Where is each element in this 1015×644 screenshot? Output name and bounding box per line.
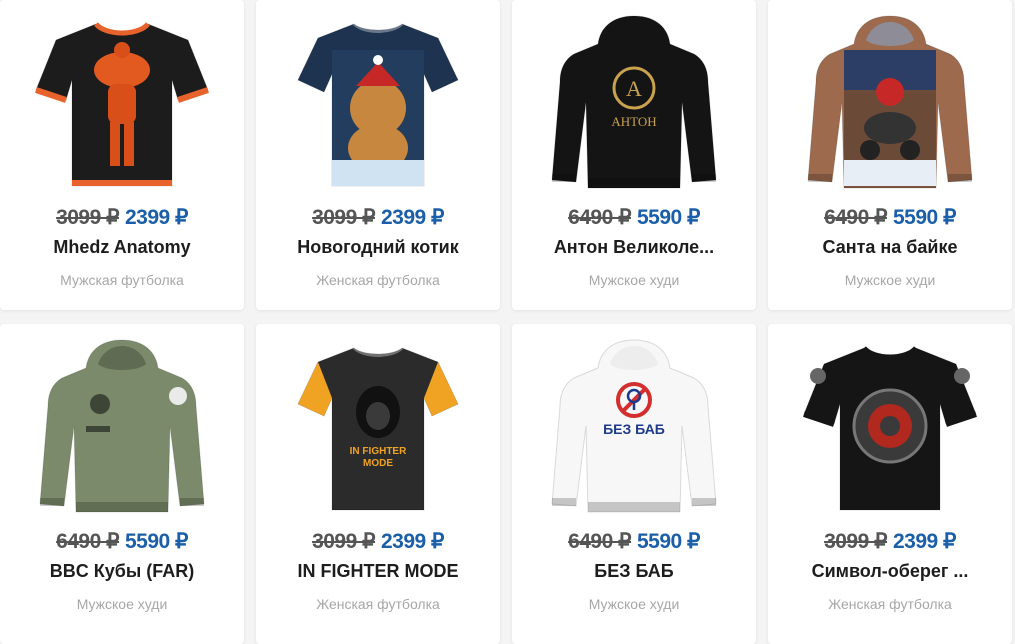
new-price: 5590 ₽ [125,530,188,553]
product-card[interactable]: 3099 ₽ 2399 ₽ Символ-оберег ... Женская ф… [768,324,1012,644]
garment-illustration [35,22,209,187]
product-title[interactable]: БЕЗ БАБ [522,561,746,582]
new-price: 5590 ₽ [637,530,700,553]
product-card[interactable]: IN FIGHTER MODE 3099 ₽ 2399 ₽ IN FIGHTER M… [256,324,500,644]
svg-text:A: A [626,76,642,101]
product-image[interactable] [278,10,478,196]
svg-text:IN FIGHTER: IN FIGHTER [350,446,407,457]
product-card[interactable]: 3099 ₽ 2399 ₽ Новогодний котик Женская фу… [256,0,500,310]
old-price: 6490 ₽ [56,530,119,553]
new-price: 2399 ₽ [381,530,444,553]
product-card[interactable]: 3099 ₽ 2399 ₽ Mhedz Anatomy Мужская футбо… [0,0,244,310]
price-row: 6490 ₽ 5590 ₽ [512,529,756,554]
product-type: Мужское худи [844,272,936,288]
product-image[interactable] [790,334,990,520]
product-image[interactable]: БЕЗ БАБ [534,334,734,520]
price-row: 3099 ₽ 2399 ₽ [256,205,500,230]
old-price: 6490 ₽ [568,206,631,229]
product-card[interactable]: A АНТОН 6490 ₽ 5590 ₽ Антон Великоле... Му… [512,0,756,310]
old-price: 3099 ₽ [824,530,887,553]
new-price: 2399 ₽ [125,206,188,229]
product-card[interactable]: 6490 ₽ 5590 ₽ BBC Кубы (FAR) Мужское худи [0,324,244,644]
garment-illustration [39,339,205,513]
product-image[interactable]: IN FIGHTER MODE [278,334,478,520]
price-row: 3099 ₽ 2399 ₽ [0,205,244,230]
price-row: 6490 ₽ 5590 ₽ [0,529,244,554]
product-title[interactable]: BBC Кубы (FAR) [10,561,234,582]
product-card[interactable]: 6490 ₽ 5590 ₽ Санта на байке Мужское худи [768,0,1012,310]
product-title[interactable]: Символ-оберег ... [778,561,1002,582]
garment-illustration: A АНТОН [551,15,717,189]
product-card[interactable]: БЕЗ БАБ 6490 ₽ 5590 ₽ БЕЗ БАБ Мужское худ… [512,324,756,644]
product-type: Мужское худи [588,272,680,288]
new-price: 5590 ₽ [637,206,700,229]
product-image[interactable]: A АНТОН [534,10,734,196]
garment-illustration: БЕЗ БАБ [551,339,717,513]
product-type: Мужское худи [588,596,680,612]
new-price: 5590 ₽ [893,206,956,229]
product-type: Женская футболка [316,272,440,288]
old-price: 3099 ₽ [312,530,375,553]
garment-illustration [803,346,977,511]
product-type: Женская футболка [316,596,440,612]
new-price: 2399 ₽ [893,530,956,553]
garment-illustration: IN FIGHTERMODE [297,346,459,511]
svg-text:MODE: MODE [363,458,393,469]
svg-text:АНТОН: АНТОН [611,114,656,129]
product-title[interactable]: Санта на байке [778,237,1002,258]
product-image[interactable] [22,10,222,196]
price-row: 3099 ₽ 2399 ₽ [256,529,500,554]
old-price: 6490 ₽ [568,530,631,553]
product-image[interactable] [790,10,990,196]
product-type: Мужское худи [76,596,168,612]
old-price: 3099 ₽ [56,206,119,229]
old-price: 3099 ₽ [312,206,375,229]
product-type: Женская футболка [828,596,952,612]
product-type: Мужская футболка [60,272,184,288]
product-title[interactable]: Mhedz Anatomy [10,237,234,258]
product-title[interactable]: IN FIGHTER MODE [266,561,490,582]
price-row: 6490 ₽ 5590 ₽ [512,205,756,230]
garment-illustration [297,22,459,187]
svg-text:БЕЗ БАБ: БЕЗ БАБ [603,421,665,437]
price-row: 6490 ₽ 5590 ₽ [768,205,1012,230]
product-title[interactable]: Новогодний котик [266,237,490,258]
product-title[interactable]: Антон Великоле... [522,237,746,258]
product-grid: 3099 ₽ 2399 ₽ Mhedz Anatomy Мужская футбо… [0,0,1015,644]
garment-illustration [807,15,973,189]
price-row: 3099 ₽ 2399 ₽ [768,529,1012,554]
old-price: 6490 ₽ [824,206,887,229]
new-price: 2399 ₽ [381,206,444,229]
product-image[interactable] [22,334,222,520]
